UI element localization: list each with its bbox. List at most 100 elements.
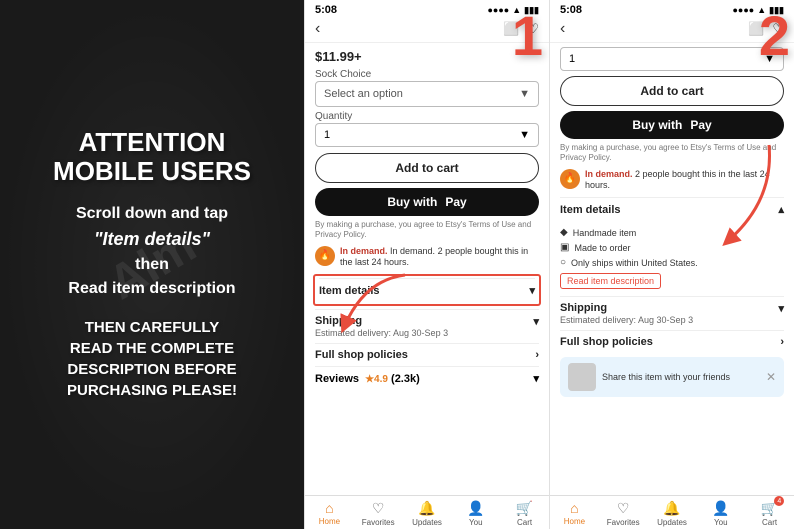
attention-title: ATTENTIONMOBILE USERS (53, 128, 251, 185)
heart-tab-icon-1: ♡ (372, 500, 385, 517)
battery-icon: ▮▮▮ (524, 5, 539, 16)
reviews-section-1: Reviews ★4.9 (2.3k) ▾ (315, 366, 539, 390)
chevron-right-icon-2: › (780, 336, 784, 348)
tab-bar-2: ⌂ Home ♡ Favorites 🔔 Updates 👤 You 🛒 4 (550, 495, 794, 529)
chevron-down-icon: ▼ (519, 88, 530, 100)
reviews-label-1: Reviews ★4.9 (2.3k) (315, 373, 420, 385)
cart-icon-1: 🛒 (516, 500, 533, 516)
demand-icon-2: 🔥 (560, 169, 580, 189)
buy-with-label-2: Buy with (632, 118, 682, 132)
terms-text-2: By making a purchase, you agree to Etsy'… (560, 143, 784, 164)
wifi-icon: ▲ (512, 5, 521, 15)
quantity-value-2: 1 (569, 53, 575, 65)
box-icon: ▣ (560, 242, 569, 253)
instruction-1: Scroll down and tap (76, 205, 228, 222)
shipping-section-2: Shipping ▾ Estimated delivery: Aug 30-Se… (560, 296, 784, 330)
demand-row-2: 🔥 In demand. 2 people bought this in the… (560, 169, 784, 192)
item-details-list-2: ◆ Handmade item ▣ Made to order ○ Only s… (560, 221, 784, 296)
demand-row-1: 🔥 In demand. In demand. 2 people bought … (315, 246, 539, 269)
price-1: $11.99+ (315, 43, 539, 66)
add-to-cart-btn-2[interactable]: Add to cart (560, 76, 784, 106)
select-dropdown-1[interactable]: Select an option ▼ (315, 81, 539, 107)
tab-cart-2[interactable]: 🛒 4 Cart (745, 500, 794, 527)
attention-footer: THEN CAREFULLYREAD THE COMPLETEDESCRIPTI… (67, 317, 237, 401)
tab-favorites-1[interactable]: ♡ Favorites (354, 500, 403, 527)
shipping-section-1: Shipping ▾ Estimated delivery: Aug 30-Se… (315, 309, 539, 343)
tab-home-2[interactable]: ⌂ Home (550, 500, 599, 527)
signal-icon-2: ●●●● (732, 5, 754, 15)
review-count-1: (2.3k) (391, 373, 420, 385)
share-thumbnail (568, 363, 596, 391)
tab-you-1[interactable]: 👤 You (451, 500, 500, 527)
home-icon-1: ⌂ (325, 500, 333, 516)
tab-you-2[interactable]: 👤 You (696, 500, 745, 527)
chevron-icon: ▾ (533, 372, 539, 385)
watermark: Alm (99, 218, 205, 311)
phone-content-1: $11.99+ Sock Choice Select an option ▼ Q… (305, 43, 549, 495)
back-icon-1[interactable]: ‹ (315, 20, 320, 38)
status-bar-1: 5:08 ●●●● ▲ ▮▮▮ (305, 0, 549, 18)
bell-icon-2: 🔔 (663, 500, 680, 517)
back-icon-2[interactable]: ‹ (560, 20, 565, 38)
wifi-icon-2: ▲ (757, 5, 766, 15)
share-icon-2[interactable]: ⬜ (748, 21, 764, 37)
tab-cart-1[interactable]: 🛒 Cart (500, 500, 549, 527)
phone-content-2: 1 ▼ Add to cart Buy with Pay By making a… (550, 43, 794, 495)
home-icon-2: ⌂ (570, 500, 578, 516)
shipping-title-1[interactable]: Shipping ▾ (315, 315, 539, 328)
signal-icon: ●●●● (487, 5, 509, 15)
qty-chevron-icon-2: ▼ (764, 53, 775, 65)
item-details-header-2[interactable]: Item details ▴ (560, 197, 784, 221)
bell-icon-1: 🔔 (418, 500, 435, 517)
left-panel: Alm ATTENTIONMOBILE USERS Scroll down an… (0, 0, 304, 529)
item-details-header-1[interactable]: Item details ▾ (319, 278, 535, 302)
detail-handmade: ◆ Handmade item (560, 225, 784, 240)
person-icon-1: 👤 (467, 500, 484, 517)
globe-icon: ○ (560, 257, 566, 268)
person-icon-2: 👤 (712, 500, 729, 517)
cart-badge-container-1: 🛒 (516, 500, 533, 517)
quantity-row-1[interactable]: 1 ▼ (315, 123, 539, 147)
quantity-row-2[interactable]: 1 ▼ (560, 47, 784, 71)
instruction-2: "Item details" (94, 229, 210, 249)
cart-badge-2: 4 (774, 496, 784, 506)
share-icon-1[interactable]: ⬜ (503, 21, 519, 37)
phone-panel-2: 2 5:08 ●●●● ▲ ▮▮▮ ‹ ⬜ ♡ 1 ▼ (549, 0, 794, 529)
heart-icon-2[interactable]: ♡ (772, 21, 784, 37)
quantity-value-1: 1 (324, 129, 330, 141)
heart-icon-1[interactable]: ♡ (527, 21, 539, 37)
buy-with-pay-btn-2[interactable]: Buy with Pay (560, 111, 784, 139)
nav-bar-1: ‹ ⬜ ♡ (305, 18, 549, 43)
buy-with-pay-btn-1[interactable]: Buy with Pay (315, 188, 539, 216)
diamond-icon: ◆ (560, 227, 568, 238)
tab-favorites-2[interactable]: ♡ Favorites (599, 500, 648, 527)
attention-body: Scroll down and tap "Item details" then … (68, 202, 235, 301)
item-details-section-highlighted[interactable]: Item details ▾ (313, 274, 541, 306)
sock-choice-label: Sock Choice (315, 66, 539, 81)
shipping-sub-1: Estimated delivery: Aug 30-Sep 3 (315, 328, 539, 338)
instruction-3: then (135, 256, 169, 273)
status-time-1: 5:08 (315, 4, 337, 16)
tab-updates-2[interactable]: 🔔 Updates (648, 500, 697, 527)
instruction-4: Read item description (68, 280, 235, 297)
policies-section-1[interactable]: Full shop policies › (315, 343, 539, 366)
tab-bar-1: ⌂ Home ♡ Favorites 🔔 Updates 👤 You 🛒 Car… (305, 495, 549, 529)
tab-home-1[interactable]: ⌂ Home (305, 500, 354, 527)
shipping-title-2[interactable]: Shipping ▾ (560, 302, 784, 315)
detail-made-to-order: ▣ Made to order (560, 240, 784, 255)
chevron-icon: ▾ (529, 284, 535, 297)
tab-updates-1[interactable]: 🔔 Updates (403, 500, 452, 527)
status-bar-2: 5:08 ●●●● ▲ ▮▮▮ (550, 0, 794, 18)
qty-label-1: Quantity (315, 111, 539, 122)
chevron-right-icon: › (535, 349, 539, 361)
share-text: Share this item with your friends (602, 372, 730, 382)
add-to-cart-btn-1[interactable]: Add to cart (315, 153, 539, 183)
shipping-sub-2: Estimated delivery: Aug 30-Sep 3 (560, 315, 784, 325)
close-icon[interactable]: ✕ (766, 370, 776, 384)
status-icons-1: ●●●● ▲ ▮▮▮ (487, 5, 539, 16)
chevron-icon: ▾ (533, 315, 539, 328)
policies-section-2[interactable]: Full shop policies › (560, 330, 784, 353)
heart-tab-icon-2: ♡ (617, 500, 630, 517)
read-desc-link[interactable]: Read item description (560, 273, 661, 289)
chevron-icon-2: ▾ (778, 302, 784, 315)
